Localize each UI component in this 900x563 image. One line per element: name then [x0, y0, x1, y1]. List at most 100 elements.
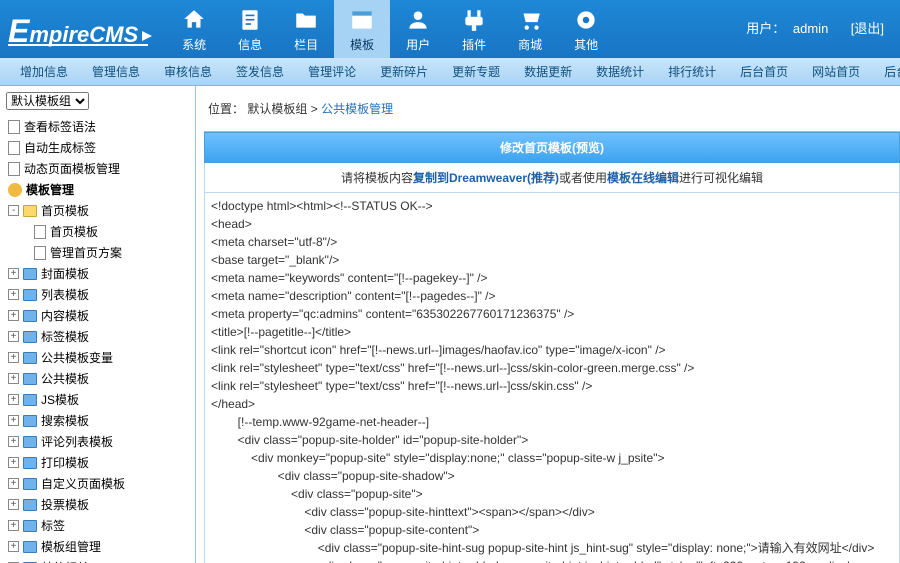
tree-node[interactable]: +自定义页面模板: [2, 473, 191, 494]
code-line: <base target="_blank"/>: [211, 251, 893, 269]
expand-icon[interactable]: +: [8, 289, 19, 300]
submenu-item[interactable]: 后台地图: [884, 63, 900, 80]
folder-icon: [23, 436, 37, 448]
folder-icon: [292, 6, 320, 34]
expand-icon[interactable]: +: [8, 457, 19, 468]
tree-node[interactable]: +标签: [2, 515, 191, 536]
folder-icon: [23, 541, 37, 553]
tree-child[interactable]: 首页模板: [28, 221, 191, 242]
code-line: <meta name="keywords" content="[!--pagek…: [211, 269, 893, 287]
tree-node[interactable]: +标签模板: [2, 326, 191, 347]
expand-icon[interactable]: +: [8, 499, 19, 510]
sidebar-item[interactable]: 动态页面模板管理: [2, 158, 191, 179]
tree-node[interactable]: +其他相关: [2, 557, 191, 563]
submenu-item[interactable]: 数据统计: [596, 63, 644, 80]
breadcrumb-current[interactable]: 公共模板管理: [321, 102, 393, 116]
menu-window[interactable]: 模板: [334, 0, 390, 58]
tree-node[interactable]: +搜索模板: [2, 410, 191, 431]
user-box: 用户： admin [退出]: [746, 18, 888, 37]
folder-icon: [23, 289, 37, 301]
submenu-item[interactable]: 增加信息: [20, 63, 68, 80]
tree-node[interactable]: +打印模板: [2, 452, 191, 473]
doc-icon: [34, 225, 46, 239]
submenu-item[interactable]: 管理评论: [308, 63, 356, 80]
submenu-item[interactable]: 签发信息: [236, 63, 284, 80]
menu-doc[interactable]: 信息: [222, 0, 278, 58]
tree-node[interactable]: +投票模板: [2, 494, 191, 515]
sidebar: 默认模板组 查看标签语法自动生成标签动态页面模板管理 模板管理 -首页模板首页模…: [0, 86, 196, 563]
submenu-item[interactable]: 网站首页: [812, 63, 860, 80]
window-icon: [348, 6, 376, 34]
tree-node[interactable]: +封面模板: [2, 263, 191, 284]
folder-icon: [23, 457, 37, 469]
expand-icon[interactable]: +: [8, 331, 19, 342]
expand-icon[interactable]: +: [8, 268, 19, 279]
menu-user[interactable]: 用户: [390, 0, 446, 58]
user-icon: [404, 6, 432, 34]
username-link[interactable]: admin: [793, 21, 828, 36]
sub-menu: 增加信息 管理信息 审核信息 签发信息 管理评论 更新碎片 更新专题 数据更新 数据统计 排行统计…: [0, 58, 900, 86]
folder-icon: [23, 520, 37, 532]
expand-icon[interactable]: +: [8, 541, 19, 552]
menu-home[interactable]: 系统: [166, 0, 222, 58]
tree-child[interactable]: 管理首页方案: [28, 242, 191, 263]
template-mgmt-header: 模板管理: [2, 179, 191, 200]
tree-node[interactable]: +公共模板: [2, 368, 191, 389]
hint-row: 请将模板内容复制到Dreamweaver(推荐)或者使用模板在线编辑进行可视化编…: [204, 163, 900, 193]
sidebar-item[interactable]: 查看标签语法: [2, 116, 191, 137]
template-code[interactable]: <!doctype html><html><!--STATUS OK--><he…: [204, 193, 900, 563]
user-label: 用户：: [746, 21, 785, 36]
code-line: <meta name="description" content="[!--pa…: [211, 287, 893, 305]
submenu-item[interactable]: 数据更新: [524, 63, 572, 80]
tree-node[interactable]: +列表模板: [2, 284, 191, 305]
menu-gear[interactable]: 其他: [558, 0, 614, 58]
submenu-item[interactable]: 后台首页: [740, 63, 788, 80]
cart-icon: [516, 6, 544, 34]
code-line: <div class="popup-site">: [211, 485, 893, 503]
submenu-item[interactable]: 更新碎片: [380, 63, 428, 80]
code-line: <meta property="qc:admins" content="6353…: [211, 305, 893, 323]
submenu-item[interactable]: 排行统计: [668, 63, 716, 80]
online-edit-link[interactable]: 模板在线编辑: [607, 171, 679, 185]
folder-icon: [23, 373, 37, 385]
expand-icon[interactable]: +: [8, 436, 19, 447]
doc-icon: [8, 162, 20, 176]
tree-node[interactable]: +内容模板: [2, 305, 191, 326]
menu-folder[interactable]: 栏目: [278, 0, 334, 58]
folder-icon: [23, 352, 37, 364]
code-line: </head>: [211, 395, 893, 413]
gear-icon: [572, 6, 600, 34]
code-line: <div class="popup-site-hint-sug popup-si…: [211, 539, 893, 557]
expand-icon[interactable]: +: [8, 310, 19, 321]
dreamweaver-link[interactable]: 复制到Dreamweaver(推荐): [413, 171, 559, 185]
doc-icon: [8, 141, 20, 155]
tree-node[interactable]: +评论列表模板: [2, 431, 191, 452]
breadcrumb: 位置： 默认模板组 > 公共模板管理: [196, 96, 900, 131]
tree-node[interactable]: +模板组管理: [2, 536, 191, 557]
sidebar-item[interactable]: 自动生成标签: [2, 137, 191, 158]
expand-icon[interactable]: +: [8, 352, 19, 363]
expand-icon[interactable]: +: [8, 373, 19, 384]
submenu-item[interactable]: 审核信息: [164, 63, 212, 80]
expand-icon[interactable]: +: [8, 520, 19, 531]
doc-icon: [236, 6, 264, 34]
submenu-item[interactable]: 更新专题: [452, 63, 500, 80]
expand-icon[interactable]: +: [8, 415, 19, 426]
expand-icon[interactable]: +: [8, 394, 19, 405]
code-line: <link rel="stylesheet" type="text/css" h…: [211, 377, 893, 395]
menu-cart[interactable]: 商城: [502, 0, 558, 58]
submenu-item[interactable]: 管理信息: [92, 63, 140, 80]
code-line: <link rel="shortcut icon" href="[!--news…: [211, 341, 893, 359]
logout-link[interactable]: [退出]: [851, 21, 884, 36]
plug-icon: [460, 6, 488, 34]
code-line: <!doctype html><html><!--STATUS OK-->: [211, 197, 893, 215]
tree-node[interactable]: +公共模板变量: [2, 347, 191, 368]
menu-plug[interactable]: 插件: [446, 0, 502, 58]
expand-icon[interactable]: +: [8, 478, 19, 489]
doc-icon: [34, 246, 46, 260]
tree-node[interactable]: -首页模板: [2, 200, 191, 221]
template-group-select[interactable]: 默认模板组: [6, 92, 89, 110]
logo: EmpireCMS: [8, 13, 152, 46]
expand-icon[interactable]: -: [8, 205, 19, 216]
tree-node[interactable]: +JS模板: [2, 389, 191, 410]
